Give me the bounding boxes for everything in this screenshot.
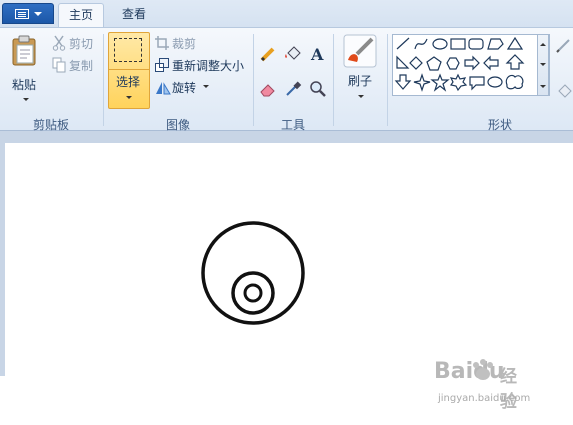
- tab-view[interactable]: 查看: [112, 3, 156, 27]
- tab-home[interactable]: 主页: [58, 3, 104, 27]
- menu-icon: [15, 9, 29, 19]
- rotate-button[interactable]: 旋转: [154, 78, 224, 96]
- crop-button[interactable]: 裁剪: [154, 34, 224, 52]
- crop-label: 裁剪: [172, 37, 197, 51]
- brushes-label: 刷子: [348, 74, 373, 88]
- group-divider: [387, 34, 388, 126]
- eraser-icon[interactable]: [259, 80, 277, 98]
- select-button[interactable]: 选择: [108, 32, 150, 109]
- shapes-gallery-icons[interactable]: [394, 35, 538, 95]
- brush-icon: [343, 34, 377, 68]
- fill-icon[interactable]: [555, 82, 573, 100]
- resize-icon: [155, 58, 169, 72]
- paste-icon: [12, 35, 36, 66]
- rotate-icon: [156, 82, 171, 95]
- fill-bucket-icon[interactable]: [284, 45, 302, 63]
- chevron-down-icon: [203, 85, 209, 88]
- resize-label: 重新调整大小: [172, 59, 245, 73]
- paste-label: 粘贴: [12, 78, 37, 92]
- pencil-icon[interactable]: [259, 45, 277, 63]
- copy-icon: [52, 57, 66, 73]
- watermark-product: 经验: [500, 367, 517, 412]
- inner-circle: [243, 283, 263, 303]
- svg-text:A: A: [310, 45, 324, 63]
- magnifier-icon[interactable]: [309, 80, 327, 98]
- rotate-label: 旋转: [172, 81, 197, 95]
- group-divider: [103, 34, 104, 126]
- ribbon: 粘贴 剪切 复制 剪贴板 选择 裁剪 重新调整大小 旋转 图像 A 工具 刷子 …: [0, 27, 573, 132]
- text-icon[interactable]: A: [309, 45, 327, 63]
- copy-label: 复制: [69, 59, 94, 73]
- scissors-icon: [52, 35, 66, 51]
- copy-button[interactable]: 复制: [50, 56, 98, 74]
- brushes-button[interactable]: 刷子: [338, 32, 382, 108]
- ribbon-tab-bar: 主页 查看: [0, 0, 573, 27]
- outline-icon[interactable]: [555, 36, 573, 54]
- paw-icon: [473, 359, 493, 380]
- chevron-down-icon: [23, 98, 29, 101]
- middle-circle: [231, 271, 275, 315]
- chevron-down-icon[interactable]: [540, 63, 546, 66]
- cut-label: 剪切: [69, 37, 94, 51]
- chevron-up-icon[interactable]: [540, 43, 546, 46]
- chevron-down-icon: [126, 96, 132, 99]
- paste-button[interactable]: 粘贴: [6, 32, 46, 108]
- expand-gallery-icon[interactable]: [540, 85, 546, 88]
- color-picker-icon[interactable]: [284, 80, 302, 98]
- watermark-url: jingyan.baidu.com: [438, 393, 531, 404]
- workspace-top-strip: [0, 131, 573, 143]
- chevron-down-icon: [358, 95, 364, 98]
- shapes-gallery-scrollbar[interactable]: [537, 34, 549, 96]
- paint-menu-button[interactable]: [2, 3, 54, 24]
- select-label: 选择: [116, 75, 141, 89]
- resize-button[interactable]: 重新调整大小: [154, 56, 246, 74]
- chevron-down-icon: [34, 12, 42, 16]
- crop-icon: [155, 36, 169, 50]
- select-rectangle-icon: [114, 38, 142, 62]
- shapes-gallery[interactable]: [392, 34, 550, 96]
- group-divider: [253, 34, 254, 126]
- cut-button[interactable]: 剪切: [50, 34, 98, 52]
- group-divider: [333, 34, 334, 126]
